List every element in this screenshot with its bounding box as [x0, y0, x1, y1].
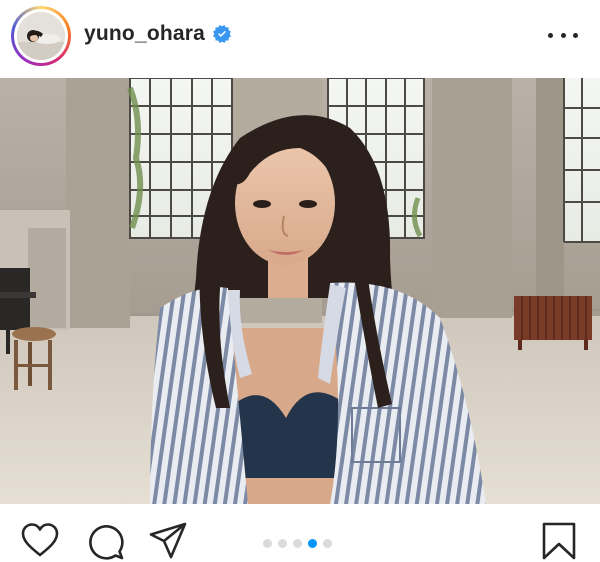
bookmark-icon	[542, 522, 576, 560]
post-photo[interactable]	[0, 78, 600, 504]
paper-plane-icon	[149, 522, 187, 559]
more-dot-icon	[573, 32, 578, 38]
carousel-dot-active	[308, 539, 317, 548]
more-dot-icon	[548, 32, 553, 38]
carousel-dot	[323, 539, 332, 548]
avatar[interactable]	[17, 12, 65, 60]
carousel-indicator	[263, 539, 332, 548]
share-button[interactable]	[148, 521, 188, 561]
username-link[interactable]: yuno_ohara	[84, 22, 205, 46]
heart-icon	[21, 523, 59, 557]
comment-icon	[89, 525, 124, 560]
carousel-dot	[278, 539, 287, 548]
photo-scene	[0, 78, 600, 504]
save-button[interactable]	[539, 521, 579, 561]
avatar-gap	[14, 9, 68, 63]
more-dot-icon	[560, 32, 566, 38]
window-right	[563, 78, 600, 243]
more-options-button[interactable]	[548, 24, 578, 46]
action-bar	[0, 504, 600, 562]
carousel-dot	[293, 539, 302, 548]
carousel-dot	[263, 539, 272, 548]
verified-badge-icon	[213, 25, 232, 43]
like-button[interactable]	[20, 521, 60, 561]
username-group: yuno_ohara	[84, 22, 232, 46]
post-header: yuno_ohara	[0, 0, 600, 78]
avatar-image	[17, 12, 65, 60]
comment-button[interactable]	[85, 521, 125, 561]
story-ring[interactable]	[11, 6, 71, 66]
